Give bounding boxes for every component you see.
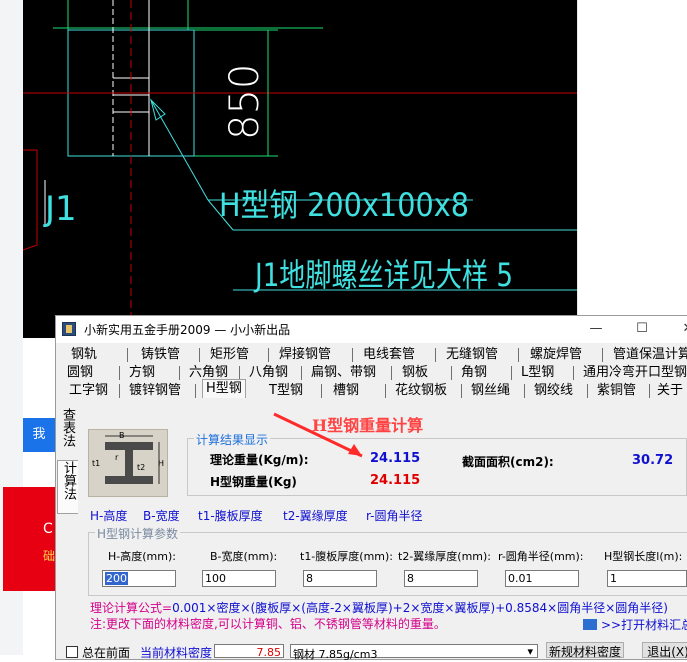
web-thickness-input[interactable]: 8 [303,570,377,587]
param-label-width: B-宽度(mm): [210,550,278,563]
tab-steel-plate[interactable]: 钢板 [402,364,428,382]
tab-spiral-pipe[interactable]: 螺旋焊管 [530,346,582,364]
diagram-label-t1: t1 [92,459,100,468]
browser-right-panel [577,0,687,318]
tab-galvanized-pipe[interactable]: 镀锌钢管 [129,382,181,400]
minimize-button[interactable]: — [576,318,616,340]
tab-checker-plate[interactable]: 花纹钢板 [395,382,447,400]
param-label-radius: r-圆角半径(mm): [498,550,584,563]
tab-cold-bent-steel[interactable]: 通用冷弯开口型钢 [583,364,687,382]
h-beam-section-icon: B H t1 t2 r [92,431,164,484]
open-material-library-link[interactable]: >>打开材料汇总 [583,616,687,633]
maximize-button[interactable]: ☐ [622,318,662,340]
formula-line: 理论计算公式=0.001×密度×(腹板厚×(高度-2×翼板厚)+2×宽度×翼板厚… [90,599,668,616]
theoretical-weight-value: 24.115 [370,451,421,466]
legend-b: B-宽度 [143,509,180,523]
cad-label-j1: J1 [43,189,77,229]
formula-text: 0.001×密度×(腹板厚×(高度-2×翼板厚)+2×宽度×翼板厚)+0.858… [172,601,668,615]
density-label: 当前材料密度 [140,646,213,660]
params-group-title: H型钢计算参数 [95,525,181,542]
param-label-length: H型钢长度l(m): [604,550,683,563]
cad-canvas: 850 J1 H型钢 200x100x8 J1地脚螺丝详见大样 5 [23,0,577,338]
flange-thickness-input[interactable]: 8 [404,570,478,587]
exit-button[interactable]: 退出(X) [642,642,687,659]
cad-red-shape [23,149,38,251]
tab-rail[interactable]: 钢轨 [71,346,97,364]
density-note: 注:更改下面的材料密度,可以计算铜、铝、不锈钢管等材料的重量。 [90,617,446,631]
legend-t1: t1-腹板厚度 [198,509,263,523]
length-input[interactable]: 1 [607,570,687,587]
diagram-label-r: r [115,453,119,462]
new-density-button[interactable]: 新规材料密度 [546,642,624,659]
close-button[interactable]: ✕ [668,318,687,340]
param-label-flange-thickness: t2-翼缘厚度(mm): [398,550,492,563]
total-weight-label: H型钢重量(Kg) [210,475,297,489]
red-card-text: C [43,521,53,537]
app-icon [62,322,76,336]
tab-copper-pipe[interactable]: 紫铜管 [597,382,636,400]
diagram-label-t2: t2 [137,463,145,472]
tab-square-steel[interactable]: 方钢 [129,364,155,382]
cad-leader [150,99,209,201]
formula-label: 理论计算公式= [90,601,173,615]
density-input[interactable]: 7.85 [214,644,284,659]
background-red-card[interactable]: C 础 [3,487,55,591]
annotation-text: H型钢重量计算 [312,416,424,435]
chevron-down-icon: ▾ [527,645,533,658]
tab-angle-steel[interactable]: 角钢 [461,364,487,382]
library-icon [583,619,597,630]
tab-octagon-steel[interactable]: 八角钢 [249,364,288,382]
background-blue-button[interactable]: 我 [23,418,55,452]
vtab-lookup[interactable]: 查表法 [57,408,77,460]
section-area-value: 30.72 [632,453,674,468]
tab-row-1: 钢轨 铸铁管 矩形管 焊接钢管 电线套管 无缝钢管 螺旋焊管 管道保温计算 [59,346,687,364]
tab-wire-rope[interactable]: 钢丝绳 [471,382,510,400]
cad-dimension-text: 850 [222,64,268,140]
always-on-top-label: 总在前面 [82,646,131,660]
results-group-title: 计算结果显示 [194,431,271,448]
tab-seamless-pipe[interactable]: 无缝钢管 [446,346,498,364]
tab-l-steel[interactable]: L型钢 [521,364,554,382]
bottom-bar: 总在前面 当前材料密度 7.85 钢材 7.85g/cm3 ▾ 新规材料密度 退出… [56,642,687,661]
tab-i-beam[interactable]: 工字钢 [69,382,108,400]
tab-channel-steel[interactable]: 槽钢 [333,382,359,400]
param-label-web-thickness: t1-腹板厚度(mm): [300,550,394,563]
radius-input[interactable]: 0.01 [505,570,579,587]
window-title: 小新实用五金手册2009 — 小小新出品 [84,323,291,337]
section-area-label: 截面面积(cm2): [462,455,554,469]
vtab-calculate[interactable]: 计算法 [57,460,78,514]
legend-t2: t2-翼缘厚度 [283,509,348,523]
tab-about[interactable]: 关于 [657,382,683,400]
cad-drawing: 850 J1 H型钢 200x100x8 J1地脚螺丝详见大样 5 [23,0,577,338]
height-input[interactable]: 200 [102,570,176,587]
tab-cast-iron-pipe[interactable]: 铸铁管 [141,346,180,364]
diagram-label-h: H [158,459,164,468]
legend-r: r-圆角半径 [366,509,423,523]
tab-flat-steel[interactable]: 扁钢、带钢 [311,364,376,382]
tab-conduit[interactable]: 电线套管 [363,346,415,364]
param-label-height: H-高度(mm): [108,550,176,563]
tab-welded-pipe[interactable]: 焊接钢管 [279,346,331,364]
cad-label-anchor: J1地脚螺丝详见大样 5 [253,256,513,294]
width-input[interactable]: 100 [202,570,276,587]
tab-row-2: 圆钢 方钢 六角钢 八角钢 扁钢、带钢 钢板 角钢 L型钢 通用冷弯开口型钢 [59,364,687,382]
cad-label-h-beam: H型钢 200x100x8 [219,186,469,224]
title-bar[interactable]: 小新实用五金手册2009 — 小小新出品 — ☐ ✕ [56,316,687,343]
tab-rect-pipe[interactable]: 矩形管 [210,346,249,364]
h-beam-diagram: B H t1 t2 r [88,429,168,497]
legend-h: H-高度 [90,509,128,523]
material-select[interactable]: 钢材 7.85g/cm3 ▾ [290,644,538,661]
total-weight-value: 24.115 [370,473,421,488]
tab-t-beam[interactable]: T型钢 [269,382,303,400]
tab-pipe-insulation[interactable]: 管道保温计算 [613,346,687,364]
diagram-label-b: B [119,431,125,440]
tab-steel-strand[interactable]: 钢绞线 [534,382,573,400]
tab-row-3: 工字钢 镀锌钢管 H型钢 T型钢 槽钢 花纹钢板 钢丝绳 钢绞线 紫铜管 关于 [59,379,687,400]
always-on-top-checkbox[interactable] [66,646,78,658]
red-card-subtext: 础 [43,549,55,563]
tab-round-steel[interactable]: 圆钢 [67,364,93,382]
tab-h-beam[interactable]: H型钢 [202,379,246,398]
